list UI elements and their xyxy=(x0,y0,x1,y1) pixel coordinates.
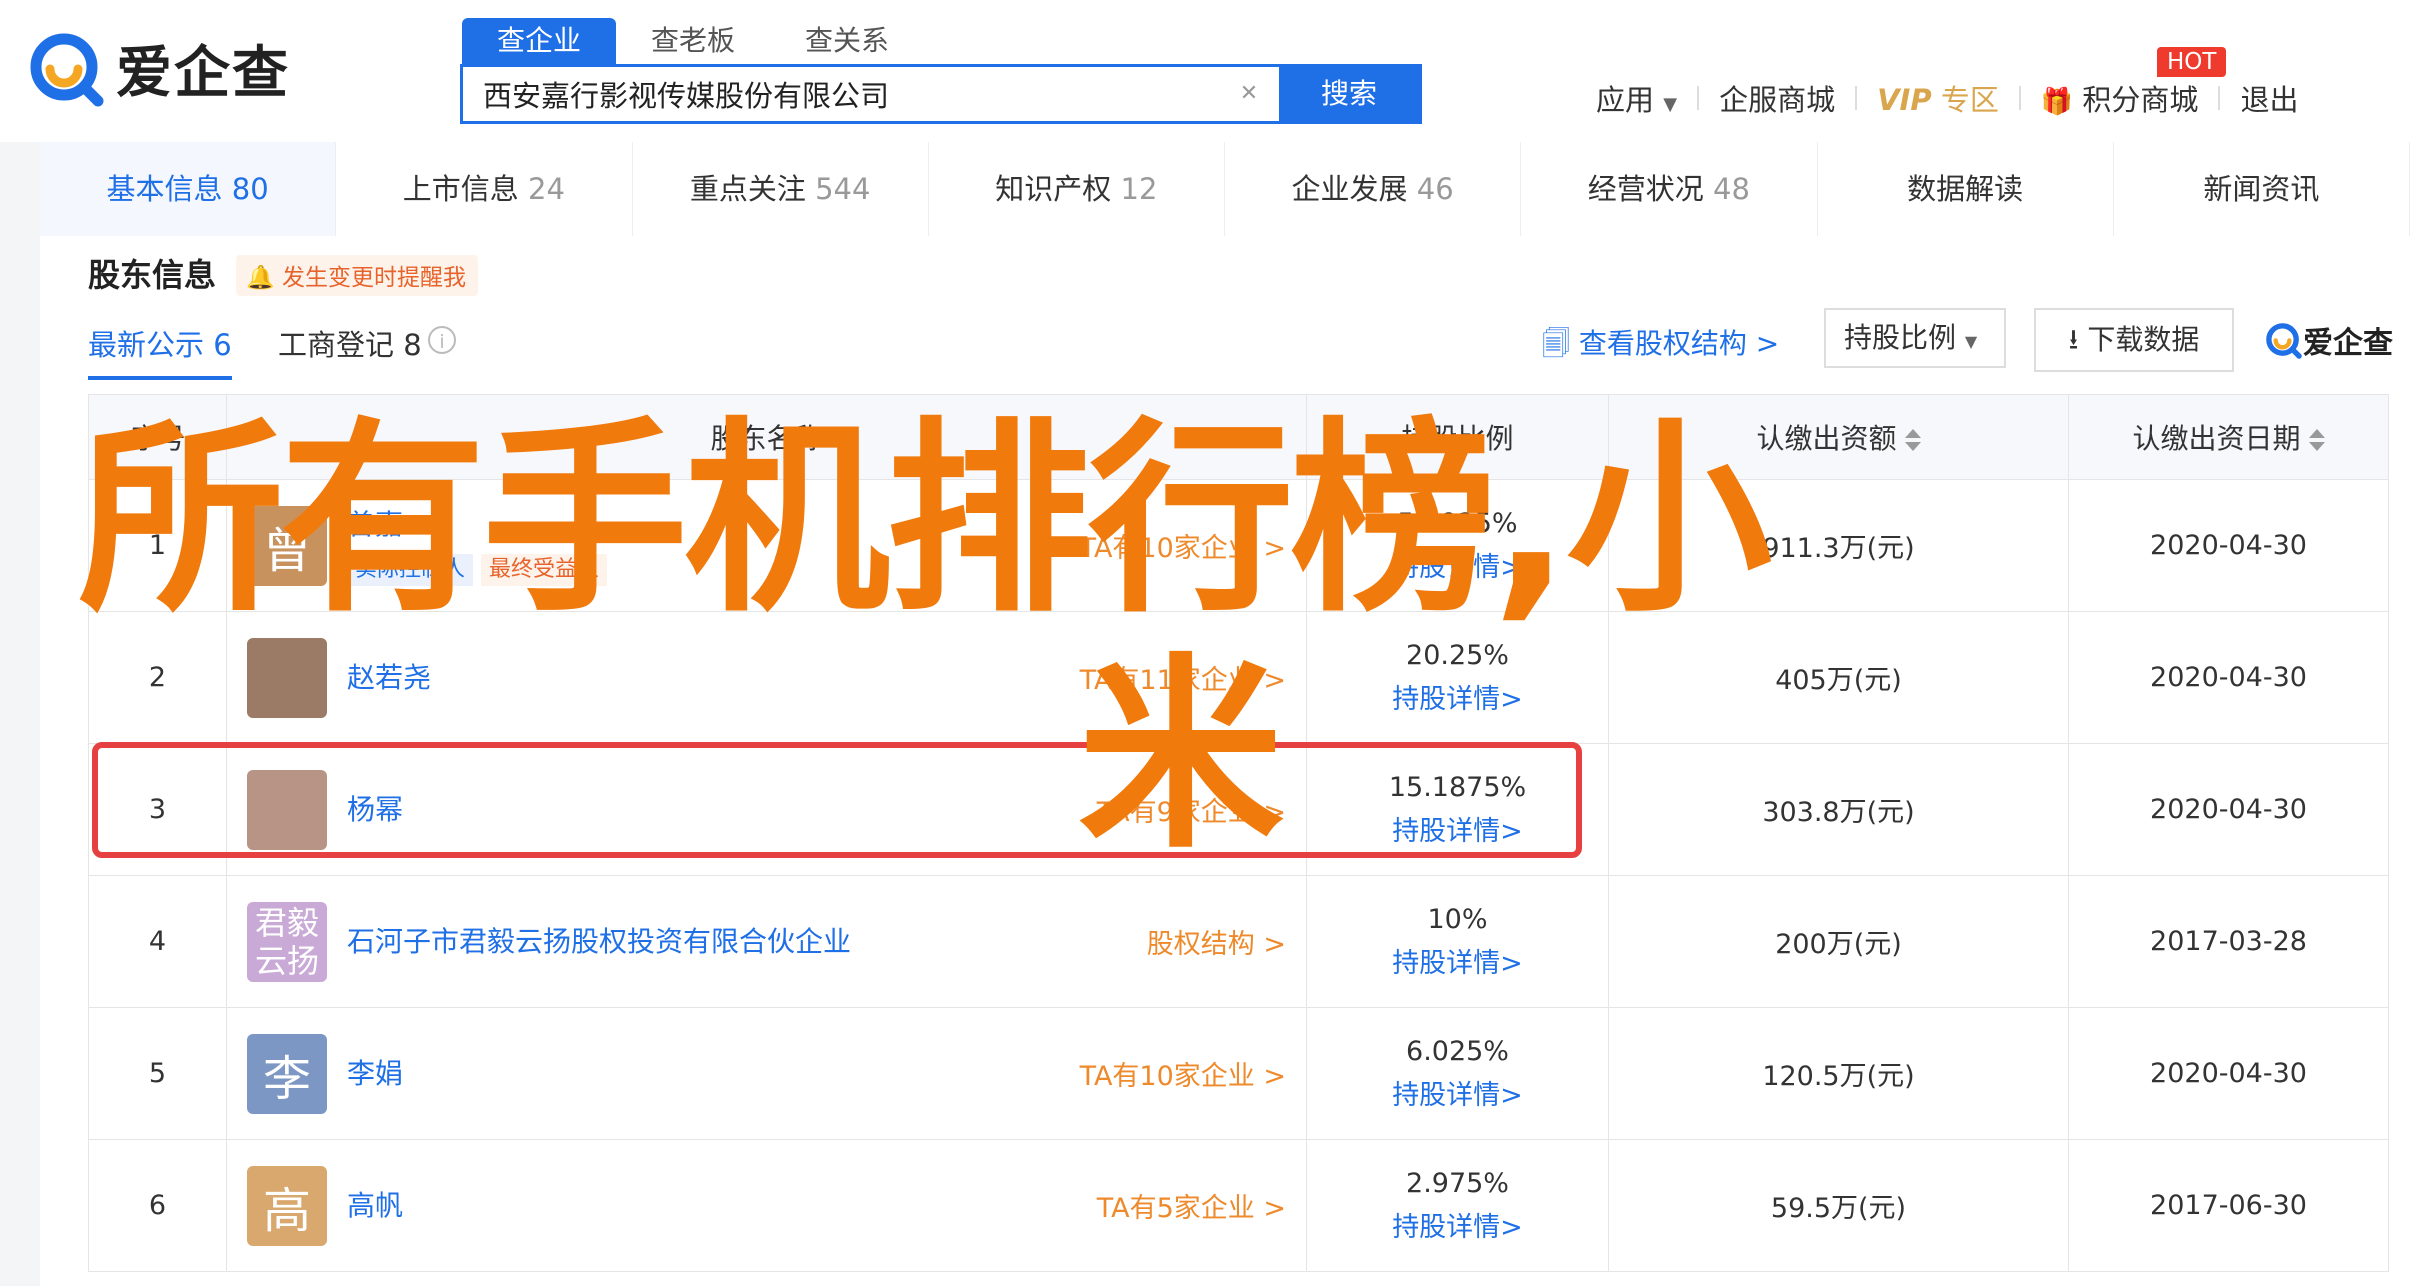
overlay-line-2: 米 xyxy=(1078,636,1284,876)
table-row: 6 高 高帆 TA有5家企业 > 2.975% 持股详情> 59.5万(元) 2… xyxy=(88,1139,2389,1272)
vip-area-label: 专区 xyxy=(1940,83,1999,117)
row-index: 4 xyxy=(88,875,227,1008)
ratio-value: 6.025% xyxy=(1406,1035,1509,1067)
nav-divider xyxy=(1855,86,1858,110)
service-mall-link[interactable]: 企服商城 xyxy=(1719,77,1835,119)
tab-business-registration[interactable]: 工商登记 8 xyxy=(278,322,422,364)
tab-search-relation[interactable]: 查关系 xyxy=(770,18,924,64)
points-mall-link[interactable]: 🎁 积分商城 xyxy=(2041,77,2199,119)
magnifier-logo-icon xyxy=(2266,323,2302,359)
category-tabs: 基本信息 80 上市信息 24 重点关注 544 知识产权 12 企业发展 46… xyxy=(40,142,2410,238)
tab-development[interactable]: 企业发展 46 xyxy=(1225,142,1522,236)
tab-data-analysis[interactable]: 数据解读 xyxy=(1818,142,2114,236)
vip-label: VIP xyxy=(1877,83,1932,117)
tab-search-company[interactable]: 查企业 xyxy=(462,18,616,64)
shareholder-name-link[interactable]: 石河子市君毅云扬股权投资有限合伙企业 xyxy=(347,921,1137,963)
shareholder-cell: 君毅云扬 石河子市君毅云扬股权投资有限合伙企业 股权结构 > xyxy=(226,875,1307,1008)
view-equity-structure-link[interactable]: 🗐 查看股权结构 > xyxy=(1542,322,1779,371)
nav-divider xyxy=(2218,86,2221,110)
ratio-cell: 2.975% 持股详情> xyxy=(1306,1139,1609,1272)
tab-operations[interactable]: 经营状况 48 xyxy=(1521,142,1818,236)
avatar: 高 xyxy=(247,1165,327,1246)
section-title: 股东信息 xyxy=(88,256,217,294)
avatar: 李 xyxy=(247,1033,327,1114)
tab-key-focus[interactable]: 重点关注 544 xyxy=(633,142,929,236)
magnifier-logo-icon xyxy=(28,29,106,107)
ratio-cell: 6.025% 持股详情> xyxy=(1306,1007,1609,1140)
caret-down-icon: ▼ xyxy=(1964,332,1978,351)
tab-search-boss[interactable]: 查老板 xyxy=(616,18,770,64)
clear-icon[interactable]: ✕ xyxy=(1219,67,1279,121)
download-data-button[interactable]: ⭳ 下载数据 xyxy=(2034,308,2234,372)
shareholder-cell: 李 李娟 TA有10家企业 > xyxy=(226,1007,1307,1140)
download-icon: ⭳ xyxy=(2068,323,2079,356)
date-cell: 2020-04-30 xyxy=(2068,1007,2389,1140)
avatar: 君毅云扬 xyxy=(247,901,327,982)
change-remind-button[interactable]: 🔔 发生变更时提醒我 xyxy=(236,255,478,296)
mini-brand-logo: 爱企查 xyxy=(2265,318,2393,362)
search-input[interactable] xyxy=(463,67,1219,121)
holding-detail-link[interactable]: 持股详情> xyxy=(1308,1074,1607,1118)
ratio-cell: 10% 持股详情> xyxy=(1306,875,1609,1008)
shareholder-cell: 高 高帆 TA有5家企业 > xyxy=(226,1139,1307,1272)
brand-name: 爱企查 xyxy=(116,40,290,106)
tab-basic-info[interactable]: 基本信息 80 xyxy=(40,142,337,236)
row-index: 5 xyxy=(88,1007,227,1140)
amount-cell: 59.5万(元) xyxy=(1608,1139,2069,1272)
overlay-caption: 所有手机排行榜,小 米 xyxy=(78,402,2178,874)
sort-icon xyxy=(2308,429,2325,451)
overlay-line-1: 所有手机排行榜,小 xyxy=(78,400,1772,640)
structure-icon: 🗐 xyxy=(1542,327,1570,360)
holding-detail-link[interactable]: 持股详情> xyxy=(1308,942,1607,986)
user-menu[interactable]: 退出 xyxy=(2240,77,2298,119)
hot-badge: HOT xyxy=(2157,47,2227,77)
gift-icon: 🎁 xyxy=(2040,87,2074,117)
related-companies-link[interactable]: TA有10家企业 > xyxy=(1080,1054,1286,1093)
table-row: 4 君毅云扬 石河子市君毅云扬股权投资有限合伙企业 股权结构 > 10% 持股详… xyxy=(88,875,2389,1008)
search-box: ✕ 搜索 xyxy=(460,64,1422,124)
vip-link[interactable]: VIP 专区 xyxy=(1877,77,1999,119)
related-companies-link[interactable]: TA有5家企业 > xyxy=(1097,1186,1286,1225)
row-index: 6 xyxy=(88,1139,227,1272)
date-cell: 2017-03-28 xyxy=(2068,875,2389,1008)
tab-listing-info[interactable]: 上市信息 24 xyxy=(336,142,633,236)
related-companies-link[interactable]: 股权结构 > xyxy=(1147,922,1286,961)
search-button[interactable]: 搜索 xyxy=(1279,67,1419,121)
brand-logo[interactable]: 爱企查 xyxy=(28,28,298,108)
ratio-dropdown[interactable]: 持股比例 ▼ xyxy=(1824,308,2006,368)
amount-cell: 200万(元) xyxy=(1608,875,2069,1008)
tab-latest-public[interactable]: 最新公示 6 xyxy=(88,322,232,380)
holding-detail-link[interactable]: 持股详情> xyxy=(1308,1206,1607,1250)
apps-menu[interactable]: 应用 ▼ xyxy=(1596,77,1677,119)
table-row: 5 李 李娟 TA有10家企业 > 6.025% 持股详情> 120.5万(元)… xyxy=(88,1007,2389,1140)
bell-icon: 🔔 xyxy=(246,265,275,291)
ratio-value: 2.975% xyxy=(1406,1167,1509,1199)
shareholder-name-link[interactable]: 高帆 xyxy=(347,1185,1087,1227)
date-cell: 2017-06-30 xyxy=(2068,1139,2389,1272)
ratio-value: 10% xyxy=(1427,903,1488,935)
shareholder-name-link[interactable]: 李娟 xyxy=(347,1053,1070,1095)
tab-news[interactable]: 新闻资讯 xyxy=(2114,142,2410,236)
tab-ip[interactable]: 知识产权 12 xyxy=(929,142,1225,236)
search-type-tabs: 查企业 查老板 查关系 xyxy=(462,18,924,64)
nav-divider xyxy=(2018,86,2021,110)
amount-cell: 120.5万(元) xyxy=(1608,1007,2069,1140)
top-nav: 应用 ▼ 企服商城 VIP 专区 🎁 积分商城 退出 xyxy=(1596,76,2298,120)
caret-down-icon: ▼ xyxy=(1663,94,1678,115)
info-icon[interactable]: i xyxy=(428,326,456,354)
nav-divider xyxy=(1697,86,1700,110)
